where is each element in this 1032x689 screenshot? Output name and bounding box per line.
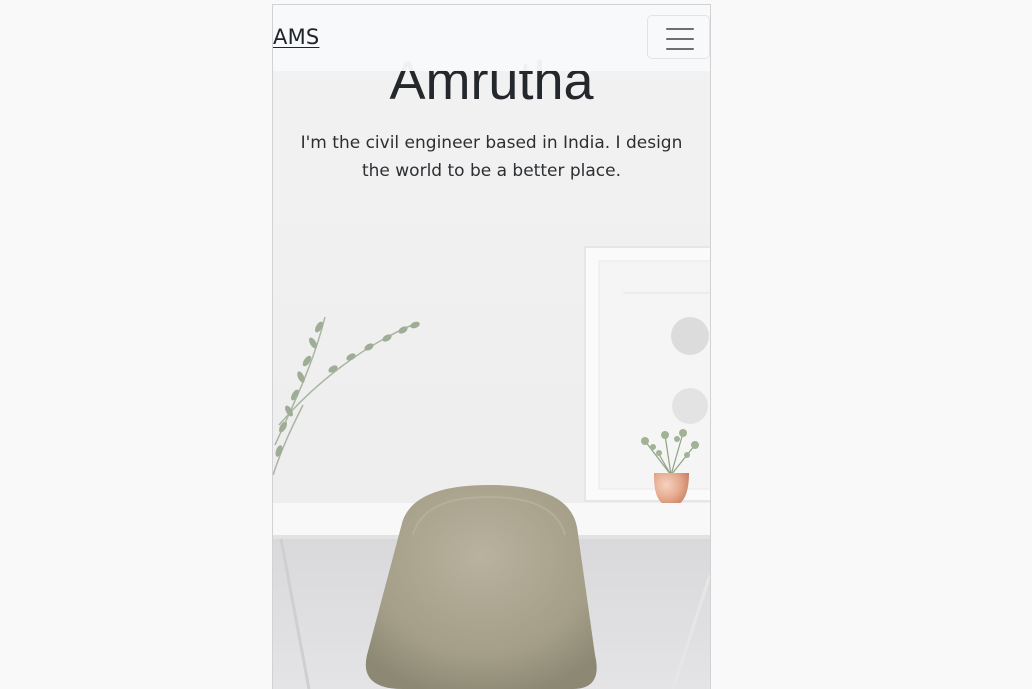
- navbar: AMS: [273, 5, 710, 71]
- hero-subtitle: I'm the civil engineer based in India. I…: [300, 133, 683, 181]
- hamburger-bar: [666, 48, 694, 50]
- hamburger-menu-icon: [666, 28, 694, 50]
- navbar-brand-link[interactable]: AMS: [273, 25, 319, 49]
- hamburger-bar: [666, 28, 694, 30]
- hamburger-bar: [666, 38, 694, 40]
- mobile-viewport: AMS Amrutha I'm the civil engineer based…: [272, 4, 711, 689]
- navbar-toggle-button[interactable]: [647, 15, 710, 59]
